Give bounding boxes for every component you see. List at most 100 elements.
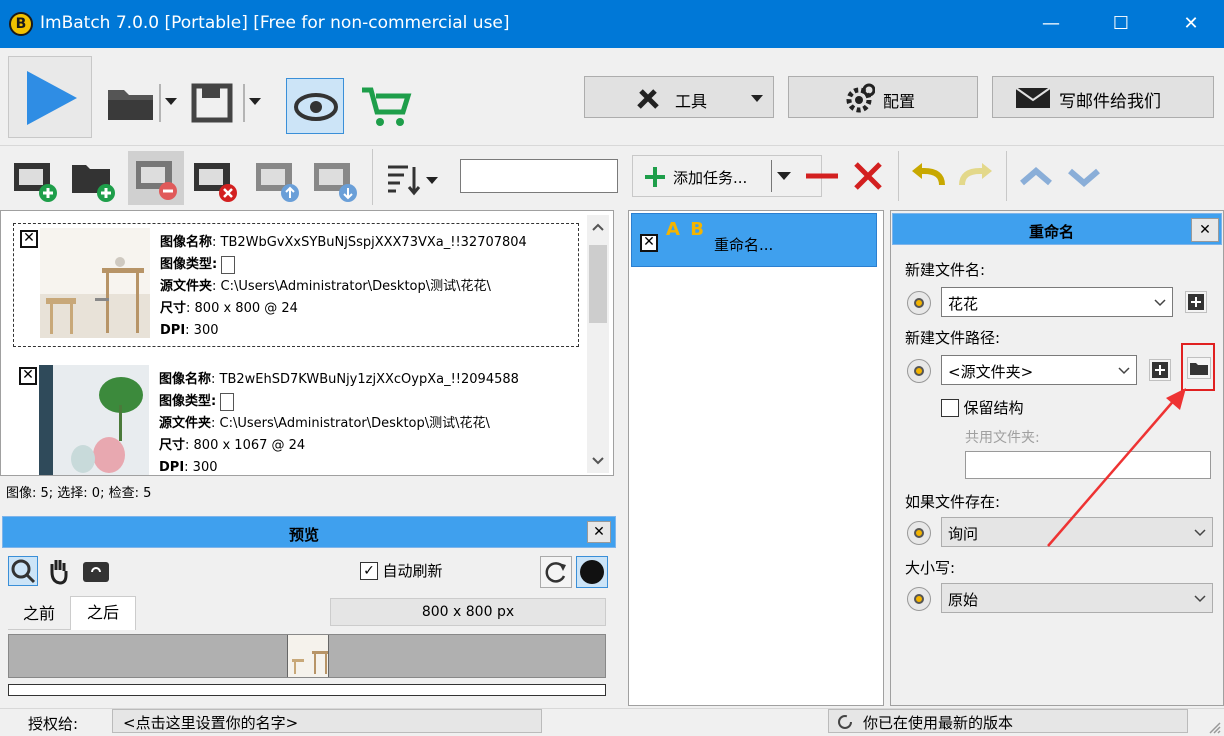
delete-task-button[interactable] [846, 155, 890, 197]
split-divider [771, 160, 772, 192]
close-icon: ✕ [593, 524, 605, 540]
name-label: 图像名称 [159, 372, 212, 387]
save-dropdown-button[interactable] [188, 76, 268, 128]
insert-filename-token-button[interactable] [1185, 291, 1207, 313]
new-filename-combo[interactable]: 花花 [941, 287, 1173, 317]
open-folder-dropdown-button[interactable] [104, 76, 182, 128]
email-us-button[interactable]: 写邮件给我们 [992, 76, 1214, 118]
add-image-icon [14, 163, 57, 202]
toolbar-divider [898, 151, 899, 201]
update-status-field[interactable]: 你已在使用最新的版本 [828, 709, 1188, 733]
list-item[interactable]: ✕ 图像名称: TB2wEhSD7KWBuNjy1zjXXcOypXa_!!20… [13, 361, 579, 475]
refresh-icon [545, 562, 566, 583]
sort-dropdown-button[interactable] [380, 155, 448, 205]
preview-toggle-button[interactable] [286, 78, 344, 134]
tools-menu-button[interactable]: 工具 [584, 76, 774, 118]
scroll-down-icon[interactable] [592, 457, 604, 465]
background-toggle-button[interactable] [576, 556, 608, 588]
move-image-down-button[interactable] [310, 155, 362, 205]
tab-before[interactable]: 之前 [8, 600, 70, 630]
app-logo: B [9, 12, 33, 36]
cart-icon [362, 87, 412, 126]
item-checkbox[interactable]: ✕ [20, 230, 38, 248]
config-button[interactable]: 配置 [788, 76, 978, 118]
browse-folder-button[interactable] [1187, 357, 1211, 379]
file-type-icon [221, 255, 236, 274]
image-size-value: : 800 x 800 @ 24 [186, 301, 298, 316]
item-checkbox[interactable]: ✕ [19, 367, 37, 385]
config-label: 配置 [883, 92, 916, 111]
remove-task-button[interactable] [800, 155, 844, 197]
vertical-scrollbar[interactable] [587, 215, 609, 473]
red-x-icon [854, 162, 882, 190]
dpi-label: DPI [160, 323, 186, 338]
image-dpi-value: : 300 [185, 323, 219, 338]
shop-button[interactable] [358, 78, 416, 134]
add-folder-button[interactable] [68, 155, 120, 205]
close-rename-panel-button[interactable]: ✕ [1191, 218, 1219, 242]
list-item[interactable]: ✕ 图像名称: TB2WbGvXxSYBuNjSspjXXX73VXa_!!32… [13, 223, 579, 347]
task-checkbox[interactable]: ✕ [640, 234, 658, 252]
gear-icon [846, 83, 875, 113]
preview-dimensions: 800 x 800 px [330, 598, 606, 626]
preview-progress-bar [8, 684, 606, 696]
run-button[interactable] [8, 56, 92, 138]
filename-macro-gear-icon[interactable] [907, 291, 931, 315]
preview-image-area[interactable] [8, 634, 606, 678]
image-name-value: : TB2WbGvXxSYBuNjSspjXXX73VXa_!!32707804 [212, 235, 527, 250]
new-filename-value: 花花 [948, 295, 979, 313]
add-task-dropdown-button[interactable]: 添加任务... [632, 155, 822, 197]
auto-refresh-checkbox[interactable]: ✓ 自动刷新 [360, 560, 442, 581]
image-thumbnail [40, 228, 150, 338]
preview-thumbnail [287, 635, 329, 677]
folder-open-icon [108, 84, 177, 122]
scrollbar-thumb[interactable] [589, 245, 607, 323]
image-list[interactable]: ✕ 图像名称 : TB2WbGvXxSYBuNjSspjXXX73VXa_!!32… [0, 210, 614, 476]
scroll-up-icon[interactable] [592, 223, 604, 231]
license-label: 授权给: [28, 715, 79, 733]
zoom-icon [11, 559, 36, 584]
if-exists-gear-icon[interactable] [907, 521, 931, 545]
task-item-rename[interactable]: ✕ A B 重命名... [631, 213, 877, 267]
image-folder-value: : C:\Users\Administrator\Desktop\测试\花花\ [211, 416, 490, 431]
redo-button[interactable] [954, 155, 998, 197]
chevron-down-icon [1154, 299, 1166, 307]
title-bar: B ImBatch 7.0.0 [Portable] [Free for non… [0, 0, 1224, 48]
path-macro-gear-icon[interactable] [907, 359, 931, 383]
fit-tool-button[interactable] [82, 560, 112, 584]
toolbar-divider [372, 149, 373, 205]
zoom-tool-button[interactable] [8, 556, 38, 586]
image-dpi-value: : 300 [184, 460, 218, 475]
image-down-icon [314, 163, 357, 202]
move-task-up-button[interactable] [1014, 155, 1058, 197]
case-gear-icon[interactable] [907, 587, 931, 611]
undo-icon [912, 163, 945, 186]
refresh-button[interactable] [540, 556, 572, 588]
save-icon [191, 83, 261, 123]
filter-input[interactable] [460, 159, 618, 193]
pan-tool-button[interactable] [44, 556, 74, 586]
remove-image-button[interactable] [128, 151, 184, 205]
move-image-up-button[interactable] [252, 155, 304, 205]
auto-refresh-label: 自动刷新 [382, 562, 443, 580]
minimize-button[interactable]: — [1016, 0, 1086, 48]
close-window-button[interactable]: ✕ [1156, 0, 1224, 48]
case-select[interactable]: 原始 [941, 583, 1213, 613]
close-preview-button[interactable]: ✕ [587, 521, 611, 543]
clear-images-button[interactable] [190, 155, 242, 205]
license-name-field[interactable]: <点击这里设置你的名字> [112, 709, 542, 733]
tab-after[interactable]: 之后 [70, 596, 136, 630]
insert-path-token-button[interactable] [1149, 359, 1171, 381]
keep-structure-checkbox[interactable]: 保留结构 [941, 397, 1023, 418]
task-list[interactable]: ✕ A B 重命名... [628, 210, 884, 706]
move-task-down-button[interactable] [1062, 155, 1106, 197]
maximize-button[interactable]: ☐ [1086, 0, 1156, 48]
image-count-status: 图像: 5; 选择: 0; 检查: 5 [6, 486, 152, 501]
new-path-combo[interactable]: <源文件夹> [941, 355, 1137, 385]
resize-grip-icon[interactable] [1208, 721, 1222, 735]
add-image-button[interactable] [10, 155, 62, 205]
undo-button[interactable] [906, 155, 950, 197]
checkbox-box [941, 398, 959, 417]
type-label: 图像类型 [160, 257, 213, 272]
email-us-label: 写邮件给我们 [1059, 92, 1161, 112]
